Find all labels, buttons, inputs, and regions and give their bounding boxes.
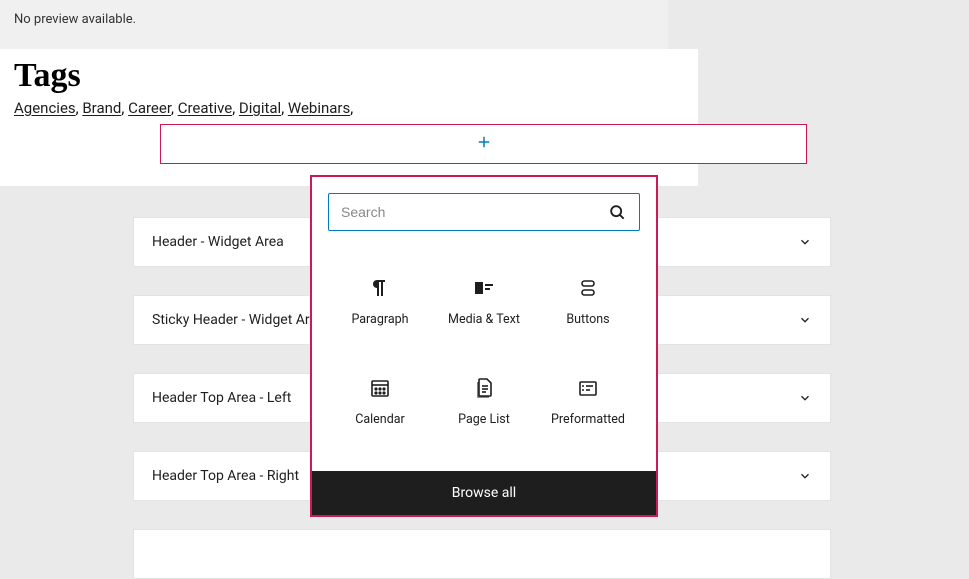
calendar-icon: [368, 376, 392, 400]
widget-area-label: Header Top Area - Right: [152, 468, 299, 484]
block-label: Buttons: [566, 312, 609, 327]
tag-link[interactable]: Agencies: [14, 99, 76, 117]
block-paragraph[interactable]: Paragraph: [328, 255, 432, 347]
tags-heading: Tags: [14, 57, 684, 95]
widget-area-label: Header - Widget Area: [152, 234, 284, 250]
chevron-down-icon: [798, 235, 812, 249]
block-grid: Paragraph Media & Text Buttons Calendar: [328, 255, 640, 447]
preview-text: No preview available.: [14, 12, 136, 27]
preview-banner: No preview available.: [0, 0, 668, 49]
block-label: Page List: [458, 412, 510, 427]
browse-all-label: Browse all: [452, 485, 516, 501]
page-list-icon: [472, 376, 496, 400]
browse-all-button[interactable]: Browse all: [312, 471, 656, 515]
preformatted-icon: [576, 376, 600, 400]
add-block-button[interactable]: [160, 124, 807, 164]
block-media-text[interactable]: Media & Text: [432, 255, 536, 347]
tag-link[interactable]: Webinars: [288, 99, 350, 117]
chevron-down-icon: [798, 313, 812, 327]
block-inserter-popover: Paragraph Media & Text Buttons Calendar: [310, 175, 658, 517]
paragraph-icon: [368, 276, 392, 300]
search-wrap[interactable]: [328, 193, 640, 231]
tag-link[interactable]: Career: [128, 99, 171, 117]
widget-area-label: Header Top Area - Left: [152, 390, 291, 406]
block-label: Preformatted: [551, 412, 625, 427]
chevron-down-icon: [798, 391, 812, 405]
plus-icon: [475, 133, 493, 155]
block-calendar[interactable]: Calendar: [328, 355, 432, 447]
tag-link[interactable]: Brand: [82, 99, 121, 117]
block-page-list[interactable]: Page List: [432, 355, 536, 447]
block-label: Media & Text: [448, 312, 520, 327]
buttons-icon: [576, 276, 600, 300]
block-label: Calendar: [355, 412, 405, 427]
tag-link[interactable]: Creative: [178, 99, 233, 117]
media-text-icon: [472, 276, 496, 300]
block-buttons[interactable]: Buttons: [536, 255, 640, 347]
chevron-down-icon: [798, 469, 812, 483]
widget-area-label: Sticky Header - Widget Area: [152, 312, 325, 328]
block-label: Paragraph: [351, 312, 408, 327]
tag-link[interactable]: Digital: [239, 99, 281, 117]
block-preformatted[interactable]: Preformatted: [536, 355, 640, 447]
search-icon: [607, 202, 627, 222]
widget-area-next[interactable]: [133, 529, 831, 579]
search-input[interactable]: [341, 204, 607, 220]
tags-panel: Tags Agencies, Brand, Career, Creative, …: [0, 49, 698, 186]
tags-list: Agencies, Brand, Career, Creative, Digit…: [14, 99, 684, 117]
